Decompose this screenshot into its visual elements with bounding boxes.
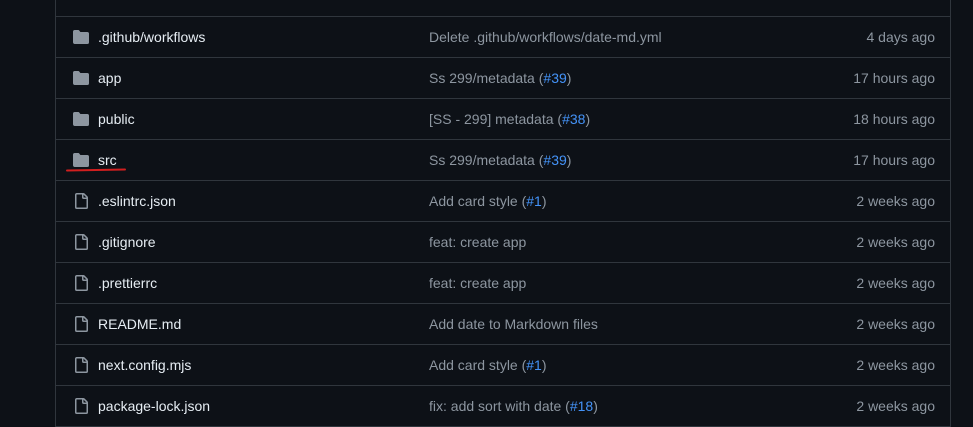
commit-age: 2 weeks ago xyxy=(856,275,935,291)
commit-message-text[interactable]: Add card style ( xyxy=(429,193,526,209)
commit-message[interactable]: Ss 299/metadata (#39) xyxy=(429,70,571,86)
file-row-package-lock-json[interactable]: package-lock.json fix: add sort with dat… xyxy=(56,386,950,426)
file-row-github-workflows[interactable]: .github/workflows Delete .github/workflo… xyxy=(56,17,950,58)
file-row-next-config-mjs[interactable]: next.config.mjs Add card style (#1) 2 we… xyxy=(56,345,950,386)
commit-message[interactable]: fix: add sort with date (#18) xyxy=(429,398,598,414)
commit-message[interactable]: Add date to Markdown files xyxy=(429,316,598,332)
file-name-link[interactable]: .eslintrc.json xyxy=(98,193,176,209)
file-icon xyxy=(75,398,88,414)
file-row-app[interactable]: app Ss 299/metadata (#39) 17 hours ago xyxy=(56,58,950,99)
commit-age: 2 weeks ago xyxy=(856,398,935,414)
folder-icon xyxy=(73,153,89,167)
file-row-gitignore[interactable]: .gitignore feat: create app 2 weeks ago xyxy=(56,222,950,263)
file-rows: .github/workflows Delete .github/workflo… xyxy=(56,17,950,426)
file-row-readme-md[interactable]: README.md Add date to Markdown files 2 w… xyxy=(56,304,950,345)
file-name-link[interactable]: .gitignore xyxy=(98,234,156,250)
commit-age: 2 weeks ago xyxy=(856,193,935,209)
commit-message-suffix: ) xyxy=(593,398,598,414)
file-row-src[interactable]: src Ss 299/metadata (#39) 17 hours ago xyxy=(56,140,950,181)
file-row-eslintrc-json[interactable]: .eslintrc.json Add card style (#1) 2 wee… xyxy=(56,181,950,222)
commit-message-text[interactable]: [SS - 299] metadata ( xyxy=(429,111,562,127)
annotation-underline xyxy=(65,168,127,172)
commit-message-text[interactable]: Add card style ( xyxy=(429,357,526,373)
commit-message-text[interactable]: fix: add sort with date ( xyxy=(429,398,570,414)
commit-message-text[interactable]: Delete .github/workflows/date-md.yml xyxy=(429,29,662,45)
folder-icon xyxy=(73,71,89,85)
commit-message-suffix: ) xyxy=(541,357,547,373)
pull-request-link[interactable]: #38 xyxy=(562,111,585,127)
commit-message-suffix: ) xyxy=(585,111,591,127)
commit-message[interactable]: Ss 299/metadata (#39) xyxy=(429,152,571,168)
latest-commit-header xyxy=(56,0,950,17)
folder-icon xyxy=(73,112,89,126)
file-icon xyxy=(75,193,88,209)
commit-message[interactable]: Add card style (#1) xyxy=(429,193,547,209)
file-name-link[interactable]: app xyxy=(98,70,121,86)
pull-request-link[interactable]: #39 xyxy=(543,70,566,86)
file-icon xyxy=(75,275,88,291)
commit-message[interactable]: feat: create app xyxy=(429,275,526,291)
pull-request-link[interactable]: #18 xyxy=(570,398,593,414)
file-name-link[interactable]: src xyxy=(98,152,117,168)
file-name-link[interactable]: next.config.mjs xyxy=(98,357,191,373)
commit-message[interactable]: feat: create app xyxy=(429,234,526,250)
commit-message-text[interactable]: feat: create app xyxy=(429,275,526,291)
commit-message-text[interactable]: Add date to Markdown files xyxy=(429,316,598,332)
folder-icon xyxy=(73,30,89,44)
commit-age: 2 weeks ago xyxy=(856,234,935,250)
commit-message-text[interactable]: Ss 299/metadata ( xyxy=(429,70,543,86)
file-name-link[interactable]: package-lock.json xyxy=(98,398,210,414)
file-list-table: .github/workflows Delete .github/workflo… xyxy=(55,0,951,427)
file-icon xyxy=(75,357,88,373)
commit-age: 17 hours ago xyxy=(853,152,935,168)
file-name-link[interactable]: .github/workflows xyxy=(98,29,205,45)
pull-request-link[interactable]: #1 xyxy=(526,193,542,209)
pull-request-link[interactable]: #1 xyxy=(526,357,542,373)
commit-message[interactable]: [SS - 299] metadata (#38) xyxy=(429,111,590,127)
commit-message[interactable]: Delete .github/workflows/date-md.yml xyxy=(429,29,662,45)
commit-message-suffix: ) xyxy=(566,70,572,86)
commit-age: 18 hours ago xyxy=(853,111,935,127)
commit-age: 4 days ago xyxy=(866,29,936,45)
commit-age: 2 weeks ago xyxy=(856,357,935,373)
file-row-public[interactable]: public [SS - 299] metadata (#38) 18 hour… xyxy=(56,99,950,140)
commit-message-suffix: ) xyxy=(541,193,547,209)
commit-age: 2 weeks ago xyxy=(856,316,935,332)
file-icon xyxy=(75,234,88,250)
commit-message-text[interactable]: Ss 299/metadata ( xyxy=(429,152,543,168)
commit-message-suffix: ) xyxy=(566,152,572,168)
file-name-link[interactable]: public xyxy=(98,111,135,127)
file-row-prettierrc[interactable]: .prettierrc feat: create app 2 weeks ago xyxy=(56,263,950,304)
commit-age: 17 hours ago xyxy=(853,70,935,86)
file-name-link[interactable]: README.md xyxy=(98,316,181,332)
commit-message-text[interactable]: feat: create app xyxy=(429,234,526,250)
pull-request-link[interactable]: #39 xyxy=(543,152,566,168)
file-icon xyxy=(75,316,88,332)
commit-message[interactable]: Add card style (#1) xyxy=(429,357,547,373)
file-name-link[interactable]: .prettierrc xyxy=(98,275,157,291)
